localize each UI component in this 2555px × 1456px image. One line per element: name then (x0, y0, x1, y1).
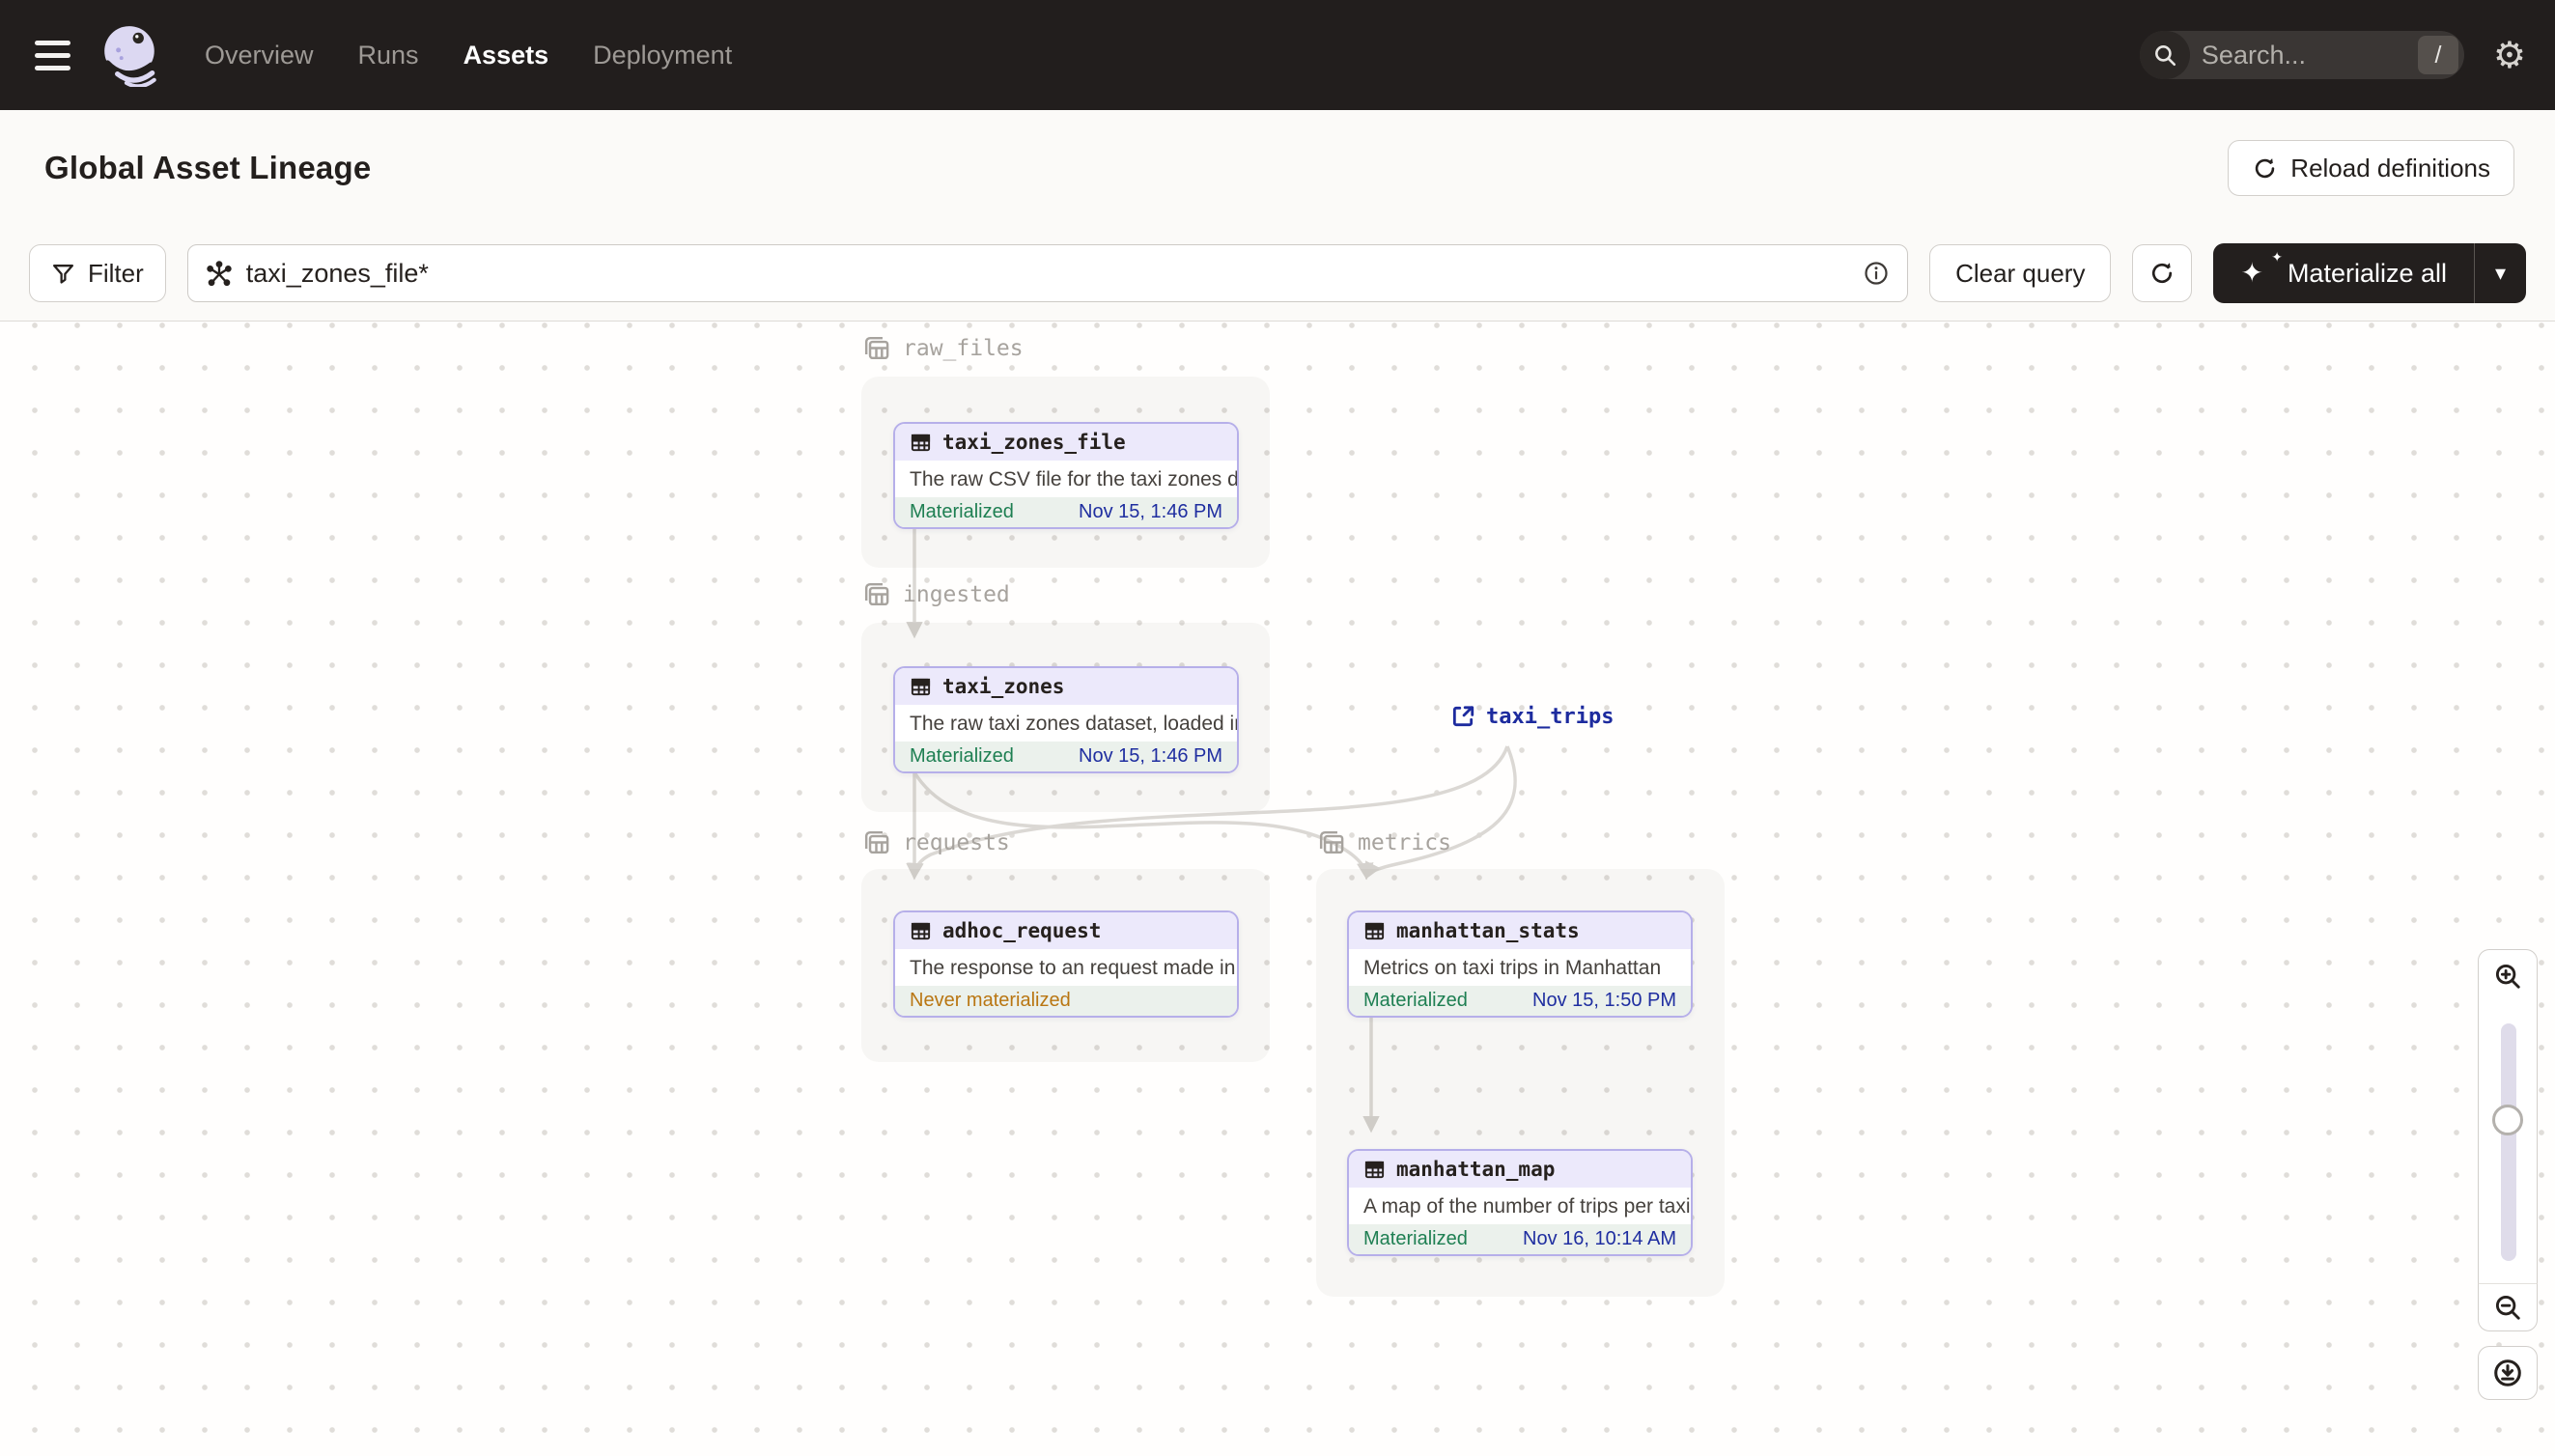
group-name: raw_files (903, 335, 1024, 361)
asset-node-taxi-zones[interactable]: taxi_zones The raw taxi zones dataset, l… (893, 666, 1239, 773)
clear-query-button[interactable]: Clear query (1929, 244, 2112, 302)
asset-status: Materialized (1363, 1228, 1468, 1249)
asset-name: taxi_zones (942, 675, 1065, 698)
asset-node-manhattan-map[interactable]: manhattan_map A map of the number of tri… (1347, 1149, 1693, 1256)
asset-status: Materialized (910, 501, 1014, 522)
page-header: Global Asset Lineage Reload definitions (0, 110, 2555, 226)
asset-description: The raw CSV file for the taxi zones dat.… (910, 468, 1237, 490)
table-icon (1364, 1161, 1385, 1178)
table-icon (911, 922, 931, 939)
reload-definitions-label: Reload definitions (2290, 153, 2490, 182)
navbar: Overview Runs Assets Deployment / ⚙ (0, 0, 2555, 110)
query-info-icon[interactable] (1863, 260, 1890, 287)
asset-description: A map of the number of trips per taxi z.… (1363, 1195, 1691, 1218)
nav-item-runs[interactable]: Runs (358, 41, 419, 70)
page-title: Global Asset Lineage (44, 150, 372, 185)
reload-icon (2252, 155, 2278, 182)
materialize-all-split-button: ✦ ✦ Materialize all ▾ (2213, 243, 2526, 303)
table-icon (911, 434, 931, 451)
external-link-icon (1452, 706, 1474, 727)
asset-query-field[interactable] (186, 244, 1909, 302)
group-name: metrics (1358, 829, 1451, 855)
main-nav: Overview Runs Assets Deployment (205, 41, 732, 70)
reload-definitions-button[interactable]: Reload definitions (2228, 140, 2514, 196)
table-icon (911, 678, 931, 695)
zoom-out-button[interactable] (2478, 1283, 2538, 1331)
asset-timestamp: Nov 15, 1:46 PM (1079, 501, 1222, 522)
dagster-logo-icon[interactable] (98, 23, 162, 87)
zoom-slider-track[interactable] (2501, 1023, 2516, 1261)
zoom-out-icon (2495, 1295, 2520, 1320)
asset-query-input[interactable] (245, 258, 1850, 289)
global-search[interactable]: / (2139, 31, 2464, 79)
asset-timestamp: Nov 15, 1:46 PM (1079, 745, 1222, 767)
asset-name: taxi_zones_file (942, 431, 1126, 454)
group-name: requests (903, 829, 1010, 855)
asset-description: The response to an request made in th... (910, 957, 1237, 979)
asset-name: adhoc_request (942, 919, 1102, 942)
group-label-metrics[interactable]: metrics (1316, 827, 1451, 857)
sparkle-icon: ✦ ✦ (2240, 250, 2283, 289)
asset-status: Materialized (910, 745, 1014, 767)
nav-item-overview[interactable]: Overview (205, 41, 314, 70)
asset-description: The raw taxi zones dataset, loaded int..… (910, 713, 1237, 735)
nav-item-deployment[interactable]: Deployment (593, 41, 732, 70)
zoom-slider[interactable] (2478, 1001, 2538, 1283)
asset-node-taxi-zones-file[interactable]: taxi_zones_file The raw CSV file for the… (893, 422, 1239, 529)
asset-name: manhattan_stats (1396, 919, 1580, 942)
zoom-controls (2478, 949, 2538, 1400)
filter-button[interactable]: Filter (29, 244, 166, 302)
filter-label: Filter (88, 258, 144, 288)
materialize-options-caret[interactable]: ▾ (2474, 243, 2526, 303)
zoom-in-button[interactable] (2478, 949, 2538, 1001)
asset-status: Materialized (1363, 990, 1468, 1011)
hamburger-menu-icon[interactable] (35, 40, 73, 70)
lineage-canvas[interactable]: raw_files ingested requests metrics taxi… (0, 322, 2555, 1456)
search-icon (2139, 31, 2190, 79)
search-shortcut-badge: / (2417, 36, 2458, 74)
refresh-icon (2148, 260, 2176, 287)
materialize-all-label: Materialize all (2287, 258, 2447, 288)
group-stack-icon (864, 830, 889, 854)
asset-name: manhattan_map (1396, 1158, 1556, 1181)
filter-funnel-icon (51, 262, 75, 286)
group-stack-icon (864, 336, 889, 360)
group-name: ingested (903, 581, 1010, 607)
group-label-raw-files[interactable]: raw_files (861, 333, 1024, 363)
group-stack-icon (1319, 830, 1344, 854)
group-stack-icon (864, 582, 889, 606)
refresh-graph-button[interactable] (2132, 244, 2193, 302)
table-icon (1364, 922, 1385, 939)
zoom-slider-handle[interactable] (2492, 1105, 2523, 1135)
asset-node-adhoc-request[interactable]: adhoc_request The response to an request… (893, 910, 1239, 1018)
group-label-requests[interactable]: requests (861, 827, 1010, 857)
asset-timestamp: Nov 15, 1:50 PM (1532, 990, 1676, 1011)
group-label-ingested[interactable]: ingested (861, 579, 1010, 609)
search-input[interactable] (2189, 40, 2418, 70)
zoom-in-icon (2495, 964, 2520, 989)
arrow-down-circle-icon (2494, 1359, 2521, 1386)
asset-description: Metrics on taxi trips in Manhattan (1363, 957, 1662, 979)
lineage-edges (906, 528, 1517, 1134)
recenter-view-button[interactable] (2478, 1346, 2538, 1400)
asset-node-manhattan-stats[interactable]: manhattan_stats Metrics on taxi trips in… (1347, 910, 1693, 1018)
external-asset-name: taxi_trips (1486, 704, 1614, 729)
asset-timestamp: Nov 16, 10:14 AM (1523, 1228, 1676, 1249)
nav-item-assets[interactable]: Assets (463, 41, 549, 70)
asset-status: Never materialized (910, 990, 1071, 1011)
settings-gear-icon[interactable]: ⚙ (2493, 37, 2526, 73)
clear-query-label: Clear query (1955, 258, 2086, 288)
lineage-toolbar: Filter Clear query (0, 226, 2555, 322)
materialize-all-button[interactable]: ✦ ✦ Materialize all (2213, 243, 2474, 303)
asset-graph-query-icon (206, 260, 233, 287)
external-asset-taxi-trips[interactable]: taxi_trips (1450, 704, 1614, 729)
